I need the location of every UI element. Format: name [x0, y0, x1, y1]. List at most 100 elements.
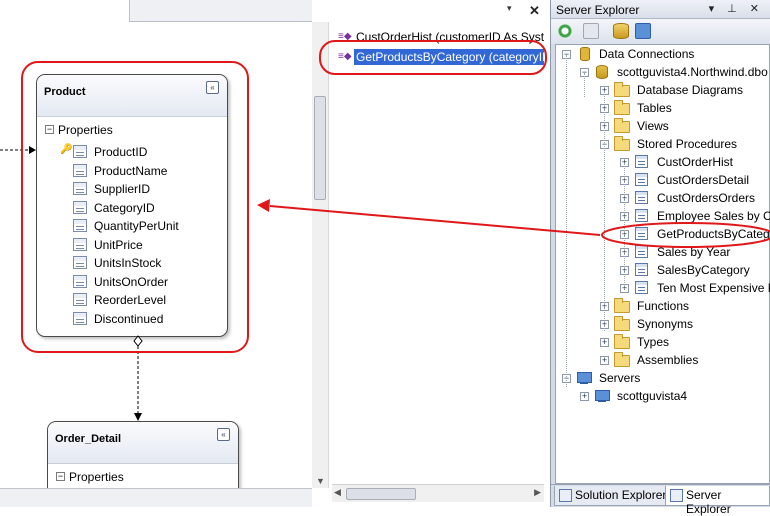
tree-item-synonyms[interactable]: + Synonyms: [600, 316, 770, 334]
tree-item-tables[interactable]: + Tables: [600, 100, 770, 118]
tree-item-custorderhist[interactable]: + CustOrderHist: [620, 154, 770, 172]
methods-pane: [312, 22, 545, 488]
tab-server-explorer[interactable]: Server Explorer: [665, 486, 770, 516]
property-name: ProductName: [94, 163, 168, 178]
tree-item-label: Tables: [637, 101, 672, 115]
tree-item-custordersdetail[interactable]: + CustOrdersDetail: [620, 172, 770, 190]
refresh-icon[interactable]: [557, 23, 573, 39]
stop-refresh-icon[interactable]: [583, 23, 599, 39]
scroll-down-icon[interactable]: ▼: [312, 476, 329, 486]
method-label: GetProductsByCategory (categoryID As Sys…: [354, 49, 544, 65]
stored-procedure-icon: [634, 191, 650, 205]
methods-horizontal-scrollbar[interactable]: ◀ ▶: [332, 484, 544, 502]
tab-label: Server Explorer: [686, 488, 731, 516]
properties-section-header[interactable]: − Properties: [48, 468, 238, 488]
tree-item-database-diagrams[interactable]: + Database Diagrams: [600, 82, 770, 100]
expand-icon[interactable]: +: [600, 356, 609, 365]
expand-icon[interactable]: +: [600, 338, 609, 347]
designer-tab[interactable]: [0, 0, 130, 22]
stored-procedure-icon: [634, 245, 650, 259]
tree-item-label: Database Diagrams: [637, 83, 744, 97]
scrollbar-thumb[interactable]: [314, 96, 326, 200]
tree-item-label: Data Connections: [599, 47, 695, 61]
property-icon: [73, 145, 87, 158]
property-row[interactable]: ReorderLevel: [37, 292, 227, 311]
tree-item-custordersorders[interactable]: + CustOrdersOrders: [620, 190, 770, 208]
tab-label: Solution Explorer: [575, 488, 667, 502]
stored-procedure-icon: [634, 281, 650, 295]
property-name: UnitsOnOrder: [94, 274, 169, 289]
property-row[interactable]: QuantityPerUnit: [37, 218, 227, 237]
tree-item-label: Servers: [599, 371, 641, 385]
dbml-designer-surface[interactable]: Product « − Properties 🔑 ProductID Product…: [0, 0, 312, 488]
collapse-section-icon[interactable]: −: [45, 125, 54, 134]
properties-section-header[interactable]: − Properties: [37, 121, 227, 141]
tree-item-servers[interactable]: − Servers: [562, 370, 770, 388]
tree-item-label: scottguvista4: [617, 389, 688, 403]
tree-item-types[interactable]: + Types: [600, 334, 770, 352]
tree-item-scottguvista4[interactable]: + scottguvista4: [580, 388, 770, 406]
tree-item-sales-by-year[interactable]: + Sales by Year: [620, 244, 770, 262]
designer-vertical-scrollbar[interactable]: ▼: [312, 22, 329, 488]
scroll-left-icon[interactable]: ◀: [334, 487, 341, 498]
property-row[interactable]: SupplierID: [37, 181, 227, 200]
tree-item-stored-procedures[interactable]: − Stored Procedures: [600, 136, 770, 154]
tree-item-salesbycategory[interactable]: + SalesByCategory: [620, 262, 770, 280]
collapse-section-icon[interactable]: −: [56, 472, 65, 481]
section-label: Properties: [69, 470, 124, 484]
tree-item-views[interactable]: + Views: [600, 118, 770, 136]
property-row[interactable]: UnitsOnOrder: [37, 274, 227, 293]
tree-item-label: Sales by Year: [657, 245, 731, 259]
tree-item-label: scottguvista4.Northwind.dbo: [617, 65, 768, 79]
property-row[interactable]: CategoryID: [37, 200, 227, 219]
collapse-icon[interactable]: «: [206, 81, 219, 94]
property-row[interactable]: Discontinued: [37, 311, 227, 330]
tree-connector-line: [584, 73, 585, 97]
tree-item-getproductsbycategory[interactable]: +GetProductsByCategory: [620, 226, 770, 244]
method-item-custorderhist[interactable]: ≡◆ CustOrderHist (customerID As System.S…: [332, 28, 544, 48]
property-name: CategoryID: [94, 200, 155, 215]
method-item-getproductsbycategory[interactable]: ≡◆ GetProductsByCategory (categoryID As …: [332, 48, 544, 68]
folder-icon: [614, 136, 630, 151]
panel-title: Server Explorer: [556, 3, 640, 17]
scroll-right-icon[interactable]: ▶: [534, 487, 541, 498]
stored-procedure-icon: [634, 209, 650, 223]
server-explorer-icon: [670, 489, 683, 502]
tree-item-label: Assemblies: [637, 353, 699, 367]
tree-item-scottguvista4-northwind-dbo[interactable]: − scottguvista4.Northwind.dbo: [580, 64, 770, 82]
tab-solution-explorer[interactable]: Solution Explorer: [554, 486, 672, 506]
folder-icon: [614, 316, 630, 331]
property-row[interactable]: 🔑 ProductID: [37, 144, 227, 163]
tree-connector-line: [624, 163, 625, 289]
stored-procedure-icon: [634, 227, 650, 241]
tree-item-ten-most-expensive-products[interactable]: +Ten Most Expensive Products: [620, 280, 770, 298]
property-row[interactable]: UnitPrice: [37, 237, 227, 256]
designer-horizontal-scrollbar[interactable]: [0, 488, 312, 507]
stored-procedure-icon: [634, 155, 650, 169]
tree-item-functions[interactable]: + Functions: [600, 298, 770, 316]
tree-connector-line: [566, 55, 567, 387]
property-row[interactable]: ProductName: [37, 163, 227, 182]
panel-window-buttons[interactable]: ▾ ⊥ ✕: [709, 2, 764, 15]
methods-list: ≡◆ CustOrderHist (customerID As System.S…: [332, 28, 544, 68]
connect-to-server-icon[interactable]: [635, 23, 651, 39]
tree-item-label: CustOrderHist: [657, 155, 734, 169]
stored-procedure-icon: [634, 173, 650, 187]
connect-to-database-icon[interactable]: [613, 23, 629, 39]
tree-item-assemblies[interactable]: + Assemblies: [600, 352, 770, 370]
expand-icon[interactable]: +: [580, 392, 589, 401]
collapse-icon[interactable]: «: [217, 428, 230, 441]
tree-item-data-connections[interactable]: − Data Connections: [562, 46, 770, 64]
property-icon: [73, 219, 87, 232]
server-icon: [594, 389, 610, 403]
tree-item-employee-sales-by-country[interactable]: +Employee Sales by Country: [620, 208, 770, 226]
close-icon[interactable]: ✕: [529, 3, 540, 19]
entity-order-detail[interactable]: Order_Detail « − Properties: [47, 421, 239, 488]
folder-icon: [614, 118, 630, 133]
entity-product[interactable]: Product « − Properties 🔑 ProductID Product…: [36, 74, 228, 337]
property-icon: [73, 256, 87, 269]
property-row[interactable]: UnitsInStock: [37, 255, 227, 274]
scrollbar-thumb[interactable]: [346, 488, 416, 500]
chevron-down-icon[interactable]: ▾: [507, 3, 512, 14]
data-connections-icon: [576, 47, 592, 61]
